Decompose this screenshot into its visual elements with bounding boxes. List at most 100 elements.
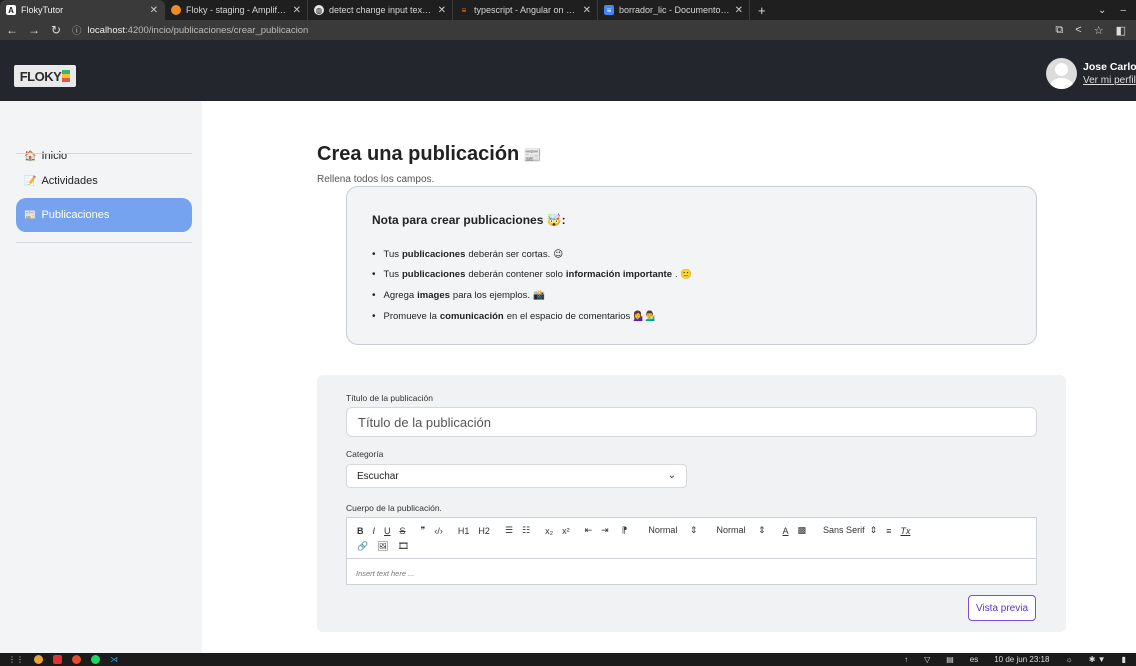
list-item: Agrega images para los ejemplos. 📸 xyxy=(372,285,692,306)
indent-button[interactable]: ⇥ xyxy=(601,525,609,536)
ordered-list-button[interactable]: ☰ xyxy=(505,525,513,536)
bullet-list-button[interactable]: ☷ xyxy=(522,525,530,536)
network-icon[interactable]: ✱ ▼ xyxy=(1089,655,1106,664)
list-item: Tus publicaciones deberán contener solo … xyxy=(372,265,693,286)
language-indicator[interactable]: es xyxy=(970,655,978,664)
link-icon[interactable]: 🔗 xyxy=(357,541,368,552)
newspaper-icon: 📰 xyxy=(24,209,37,221)
apps-grid-icon[interactable]: ⋮⋮ xyxy=(8,655,24,664)
minimize-icon[interactable]: – xyxy=(1120,5,1126,16)
browser-tab-flokytutor[interactable]: A FlokyTutor ✕ xyxy=(0,0,165,20)
tab-title: FlokyTutor xyxy=(21,5,64,15)
reload-icon[interactable]: ↻ xyxy=(50,23,62,37)
app-icon[interactable] xyxy=(53,655,62,664)
arrow-up-icon[interactable]: ↑ xyxy=(904,655,908,664)
note-list: Tus publicaciones deberán ser cortas. 😉 … xyxy=(372,244,693,326)
tab-title: detect change input text angul xyxy=(329,5,433,15)
clock[interactable]: 10 de jun 23:18 xyxy=(994,655,1049,664)
close-icon[interactable]: ✕ xyxy=(583,5,591,16)
strike-button[interactable]: S xyxy=(400,526,406,536)
preview-button[interactable]: Vista previa xyxy=(968,595,1036,621)
back-icon[interactable]: ← xyxy=(6,23,18,37)
amplify-favicon-icon xyxy=(171,5,181,15)
sidebar-divider xyxy=(16,153,192,154)
notification-icon[interactable]: ☼ xyxy=(1065,655,1072,664)
tab-title: typescript - Angular on keyup.e xyxy=(474,5,578,15)
profile-link[interactable]: Ver mi perfil xyxy=(1083,75,1136,86)
title-label: Título de la publicación xyxy=(346,393,433,403)
avatar[interactable] xyxy=(1046,58,1077,89)
sidepanel-icon[interactable]: ◧ xyxy=(1116,24,1126,37)
close-icon[interactable]: ✕ xyxy=(438,5,446,16)
body-label: Cuerpo de la publicación. xyxy=(346,503,442,513)
translate-icon[interactable]: ⧉ xyxy=(1055,24,1063,37)
editor-body[interactable]: Insert text here ... xyxy=(356,569,414,578)
underline-button[interactable]: U xyxy=(384,526,391,536)
bold-button[interactable]: B xyxy=(357,526,364,536)
url-host: localhost xyxy=(87,24,126,36)
page-subtitle: Rellena todos los campos. xyxy=(317,174,435,185)
header-select[interactable]: Normal ⇕ xyxy=(716,525,765,536)
note-title: Nota para crear publicaciones 🤯: xyxy=(372,213,566,227)
image-icon[interactable]: 🖼 xyxy=(377,541,388,552)
title-input[interactable] xyxy=(346,407,1037,437)
info-icon[interactable]: ⓘ xyxy=(72,23,82,37)
logo-text: FLOKY xyxy=(19,68,62,84)
editor-toolbar: B I U S ❞ ‹/› H1 H2 ☰ ☷ x₂ x² ⇤ ⇥ ⁋ Norm… xyxy=(347,518,1036,559)
sidebar-item-publicaciones[interactable]: 📰 Publicaciones xyxy=(16,198,192,232)
tab-search-icon[interactable]: ⌄ xyxy=(1098,5,1106,16)
url-path: :4200/incio/publicaciones/crear_publicac… xyxy=(125,24,309,36)
quote-button[interactable]: ❞ xyxy=(421,525,426,536)
browser-tab-strip: A FlokyTutor ✕ Floky - staging - Amplify… xyxy=(0,0,1136,20)
url-field[interactable]: ⓘ localhost:4200/incio/publicaciones/cre… xyxy=(72,23,1045,38)
vscode-icon[interactable]: ⋊ xyxy=(110,655,118,664)
sidebar-divider xyxy=(16,242,192,243)
text-color-button[interactable]: A xyxy=(783,526,789,536)
app-favicon-icon: A xyxy=(6,5,16,15)
close-icon[interactable]: ✕ xyxy=(735,5,743,16)
spotify-icon[interactable] xyxy=(91,655,100,664)
clipboard-icon[interactable]: ▤ xyxy=(946,655,954,664)
browser-tab-borrador[interactable]: ≡ borrador_lic - Documentos de ✕ xyxy=(598,0,750,20)
chrome-icon[interactable] xyxy=(34,655,43,664)
subscript-button[interactable]: x₂ xyxy=(545,526,553,536)
align-button[interactable]: ≡ xyxy=(886,526,891,536)
italic-button[interactable]: I xyxy=(373,526,376,536)
category-value: Escuchar xyxy=(357,470,399,482)
sidebar-item-actividades[interactable]: 📝 Actividades xyxy=(16,164,192,198)
category-select[interactable]: Escuchar ⌄ xyxy=(346,464,687,488)
brave-tray-icon[interactable]: ▽ xyxy=(924,655,930,664)
star-icon[interactable]: ☆ xyxy=(1094,24,1104,37)
browser-tab-amplify[interactable]: Floky - staging - Amplify Studio ✕ xyxy=(165,0,308,20)
category-label: Categoría xyxy=(346,449,384,459)
list-item: Tus publicaciones deberán ser cortas. 😉 xyxy=(372,244,692,265)
h1-button[interactable]: H1 xyxy=(458,526,470,536)
app-header: FLOKY xyxy=(0,40,1136,101)
new-tab-icon[interactable]: + xyxy=(750,0,774,20)
outdent-button[interactable]: ⇤ xyxy=(585,525,593,536)
close-icon[interactable]: ✕ xyxy=(293,5,301,16)
video-icon[interactable]: 🎞 xyxy=(398,541,409,552)
h2-button[interactable]: H2 xyxy=(478,526,490,536)
brave-icon[interactable] xyxy=(72,655,81,664)
floky-logo[interactable]: FLOKY xyxy=(14,65,76,87)
tab-title: borrador_lic - Documentos de xyxy=(619,5,730,15)
sidebar-item-label: Actividades xyxy=(41,175,98,187)
battery-icon[interactable]: ▮ xyxy=(1122,655,1126,664)
note-card: Nota para crear publicaciones 🤯: Tus pub… xyxy=(346,186,1037,345)
superscript-button[interactable]: x² xyxy=(562,526,570,536)
clear-format-button[interactable]: Tx xyxy=(900,526,910,536)
direction-button[interactable]: ⁋ xyxy=(622,525,628,536)
forward-icon[interactable]: → xyxy=(28,23,40,37)
background-color-button[interactable]: ▩ xyxy=(798,525,807,536)
browser-tab-typescript[interactable]: ≡ typescript - Angular on keyup.e ✕ xyxy=(453,0,598,20)
code-button[interactable]: ‹/› xyxy=(434,526,443,536)
browser-tab-detect-change[interactable]: ◍ detect change input text angul ✕ xyxy=(308,0,453,20)
share-icon[interactable]: < xyxy=(1075,24,1081,37)
chevron-down-icon: ⌄ xyxy=(667,470,676,481)
user-name: Jose Carlos xyxy=(1083,61,1136,73)
close-icon[interactable]: ✕ xyxy=(150,5,158,16)
font-select[interactable]: Sans Serif ⇕ xyxy=(823,525,877,536)
docs-favicon-icon: ≡ xyxy=(604,5,614,15)
size-select[interactable]: Normal ⇕ xyxy=(648,525,697,536)
